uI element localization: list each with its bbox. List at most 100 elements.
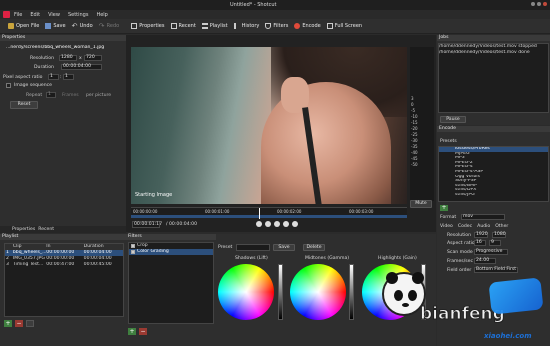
duration-label: Duration (34, 65, 54, 70)
preset-select[interactable] (236, 244, 270, 251)
shadows-wheel[interactable] (218, 264, 274, 320)
tab-recent[interactable]: Recent (38, 226, 54, 233)
audio-meter: 3 0 -5 -10 -15 -20 -25 -30 -35 -40 -45 -… (410, 47, 434, 201)
presets-label: Presets (440, 139, 457, 144)
playlist-table: Clip In Duration 1 bbq_wheels_... 00:00:… (4, 243, 124, 317)
midtones-label: Midtones (Gamma) (305, 256, 350, 261)
job-row[interactable]: /home/ddennedy/Videos/test.mov done (439, 50, 548, 56)
filter-checkbox[interactable] (131, 250, 135, 254)
recent-button[interactable]: Recent (170, 20, 196, 32)
properties-panel: Properties ...nerdy/screens/bbq_wheels_w… (0, 35, 126, 232)
properties-button[interactable]: Properties (131, 20, 165, 32)
open-file-button[interactable]: Open File (8, 20, 39, 32)
encode-res-width[interactable]: 1920 (474, 232, 488, 238)
tab-other[interactable]: Other (495, 224, 508, 229)
minimize-icon[interactable] (531, 2, 535, 6)
timeline-ruler[interactable]: 00:00:00:00 00:00:01:00 00:00:02:00 00:0… (131, 207, 407, 219)
preset-delete-button[interactable]: Delete (303, 244, 325, 251)
menu-file[interactable]: File (14, 12, 22, 18)
rewind-icon[interactable] (265, 221, 271, 227)
playlist-add-button[interactable]: + (4, 320, 12, 327)
image-sequence-checkbox[interactable] (6, 83, 11, 88)
save-button[interactable]: Save (45, 20, 66, 32)
position-timecode[interactable]: 00:00:01:17 (132, 221, 162, 228)
encode-aspect-den[interactable]: 9 (489, 240, 501, 246)
play-icon[interactable] (274, 221, 280, 227)
video-frame: Starting Image (131, 47, 407, 204)
resolution-width-field[interactable]: 1280 (59, 55, 77, 61)
shadows-slider[interactable] (278, 264, 283, 320)
redo-icon: ↷ (98, 22, 105, 30)
duration-field[interactable]: 00:00:04:00 (61, 64, 102, 70)
frames-sec-field[interactable]: 24.00 (474, 258, 496, 264)
playlist-remove-button[interactable]: − (15, 320, 23, 327)
filters-button[interactable]: Filters (265, 20, 288, 32)
menu-edit[interactable]: Edit (30, 12, 40, 18)
table-row[interactable]: 3 Timing Test... 00:00:47:00 00:00:45:00 (5, 262, 123, 268)
redo-button[interactable]: ↷ Redo (99, 20, 120, 32)
highlights-label: Highlights (Gain) (378, 256, 417, 261)
tab-audio[interactable]: Audio (477, 224, 490, 229)
scan-mode-select[interactable]: Progressive (474, 249, 508, 255)
maximize-icon[interactable] (537, 2, 541, 6)
fast-forward-icon[interactable] (283, 221, 289, 227)
playhead[interactable] (259, 208, 260, 219)
shadows-label: Shadows (Lift) (235, 256, 268, 261)
repeat-field[interactable]: 1 (46, 92, 56, 98)
close-icon[interactable] (543, 2, 547, 6)
encode-aspect-num[interactable]: 16 (474, 240, 486, 246)
panda-eye-right (408, 290, 417, 301)
jobs-list: /home/ddennedy/Videos/test.mov stopped /… (438, 43, 549, 113)
tab-codec[interactable]: Codec (458, 224, 472, 229)
format-select[interactable]: mov (461, 214, 505, 220)
jobs-panel: Jobs /home/ddennedy/Videos/test.mov stop… (437, 35, 550, 125)
properties-header: Properties (0, 35, 126, 41)
properties-filename: ...nerdy/screens/bbq_wheels_woman_1.jpg (6, 45, 105, 50)
resolution-height-field[interactable]: 720 (84, 55, 102, 61)
reset-button[interactable]: Reset (10, 101, 38, 109)
image-sequence-label: Image sequence (14, 83, 52, 88)
left-tabs: Properties Recent (0, 226, 126, 233)
encode-res-height[interactable]: 1080 (492, 232, 506, 238)
duration-timecode: / 00:00:04:00 (166, 222, 198, 227)
window-controls[interactable] (531, 2, 547, 8)
filters-panel: Filters Crop Color Grading + − (126, 234, 216, 346)
skip-next-icon[interactable] (292, 221, 298, 227)
skip-previous-icon[interactable] (256, 221, 262, 227)
menu-settings[interactable]: Settings (68, 12, 89, 18)
tab-properties[interactable]: Properties (12, 226, 35, 233)
playlist-button[interactable]: Playlist (201, 20, 228, 32)
menu-view[interactable]: View (48, 12, 60, 18)
history-button[interactable]: History (233, 20, 259, 32)
repeat-label: Repeat (26, 93, 43, 98)
aspect-num-field[interactable]: 1 (48, 74, 59, 80)
playlist-menu-button[interactable] (26, 320, 34, 327)
frames-label: Frames (62, 93, 79, 98)
encode-tabs: Video Codec Audio Other (440, 224, 508, 229)
encode-aspect-label: Aspect ratio (447, 241, 475, 246)
jobs-pause-button[interactable]: Pause (440, 116, 466, 123)
viewer-panel: Starting Image 3 0 -5 -10 -15 -20 -25 -3… (126, 35, 436, 232)
encode-add-button[interactable]: + (440, 205, 448, 211)
midtones-slider[interactable] (349, 264, 354, 320)
preset-item[interactable]: stills/JPG (439, 193, 548, 198)
menu-help[interactable]: Help (96, 12, 107, 18)
midtones-wheel[interactable] (290, 264, 346, 320)
filter-remove-button[interactable]: − (139, 328, 147, 335)
menu-bar: File Edit View Settings Help (0, 10, 550, 19)
mute-button[interactable]: Mute (410, 200, 432, 208)
filter-checkbox[interactable] (131, 244, 135, 248)
tab-video[interactable]: Video (440, 224, 453, 229)
resolution-label: Resolution (30, 56, 55, 61)
properties-icon (131, 23, 138, 29)
aspect-den-field[interactable]: 1 (63, 74, 74, 80)
filter-item-color-grading[interactable]: Color Grading (129, 249, 213, 255)
window-title: Untitled* - Shotcut (230, 2, 277, 8)
preset-save-button[interactable]: Save (273, 244, 295, 251)
filters-header: Filters (126, 234, 216, 240)
undo-button[interactable]: ↶ Undo (72, 20, 93, 32)
watermark-badge (488, 277, 544, 315)
encode-button[interactable]: Encode (294, 20, 321, 32)
filter-add-button[interactable]: + (128, 328, 136, 335)
fullscreen-button[interactable]: Full Screen (326, 20, 362, 32)
